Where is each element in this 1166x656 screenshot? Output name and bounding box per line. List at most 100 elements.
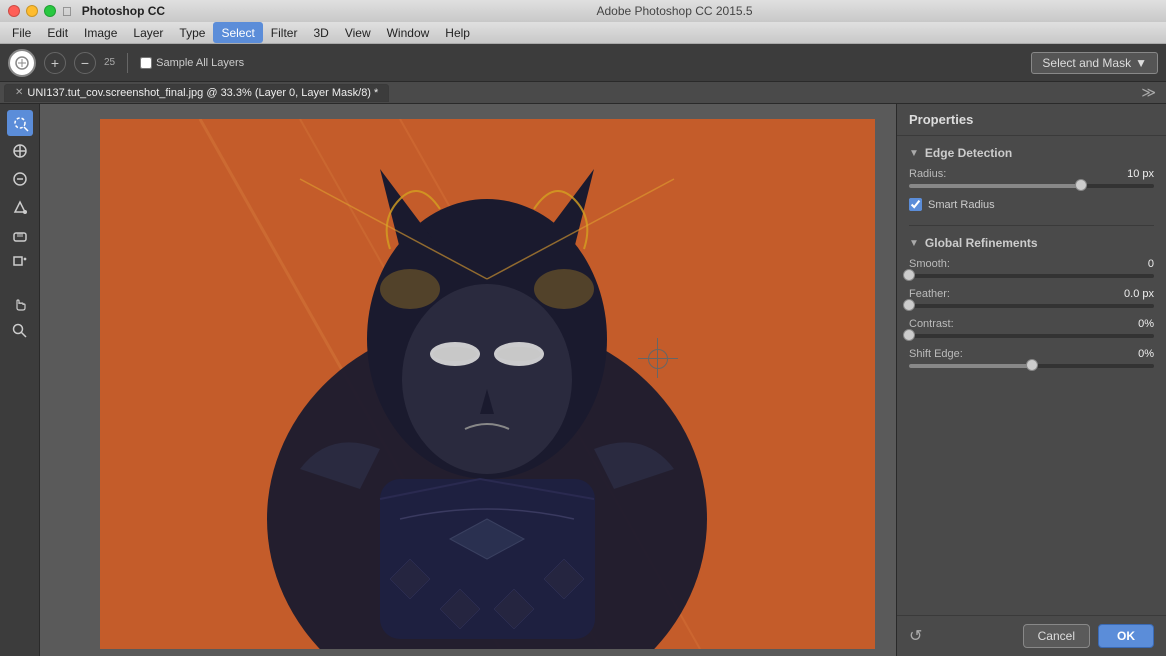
menu-edit[interactable]: Edit xyxy=(39,22,76,43)
menu-image[interactable]: Image xyxy=(76,22,125,43)
panel-title: Properties xyxy=(897,104,1166,136)
cancel-button[interactable]: Cancel xyxy=(1023,624,1090,648)
shift-edge-slider-container xyxy=(909,364,1154,368)
smart-radius-label: Smart Radius xyxy=(928,199,995,211)
zoom-mode-tool[interactable] xyxy=(7,250,33,276)
radius-label: Radius: xyxy=(909,168,946,180)
ok-button[interactable]: OK xyxy=(1098,624,1154,648)
quick-selection-icon xyxy=(11,114,29,132)
tabbar: ✕ UNI137.tut_cov.screenshot_final.jpg @ … xyxy=(0,82,1166,104)
sample-all-checkbox[interactable] xyxy=(140,57,152,69)
menubar: File Edit Image Layer Type Select Filter… xyxy=(0,22,1166,44)
maximize-button[interactable] xyxy=(44,5,56,17)
smooth-slider-thumb[interactable] xyxy=(903,269,915,281)
sample-all-label: Sample All Layers xyxy=(140,57,244,69)
tab-filename: UNI137.tut_cov.screenshot_final.jpg @ 33… xyxy=(27,87,378,99)
feather-slider-track xyxy=(909,304,1154,308)
titlebar:  Photoshop CC Adobe Photoshop CC 2015.5 xyxy=(0,0,1166,22)
radius-slider-thumb[interactable] xyxy=(1075,179,1087,191)
feather-slider-container xyxy=(909,304,1154,308)
menu-window[interactable]: Window xyxy=(379,22,438,43)
select-mask-button[interactable]: Select and Mask ▼ xyxy=(1031,52,1158,74)
global-refinements-title: Global Refinements xyxy=(925,236,1038,250)
app-name: Photoshop CC xyxy=(82,4,165,18)
menu-help[interactable]: Help xyxy=(437,22,478,43)
quick-selection-tool[interactable] xyxy=(7,110,33,136)
contrast-slider-track xyxy=(909,334,1154,338)
close-button[interactable] xyxy=(8,5,20,17)
reset-icon[interactable]: ↺ xyxy=(909,626,922,646)
select-mask-label: Select and Mask xyxy=(1042,56,1131,70)
shift-edge-value: 0% xyxy=(1138,348,1154,360)
zoom-icon xyxy=(11,322,29,340)
panel-footer: ↺ Cancel OK xyxy=(897,615,1166,656)
smooth-slider-container xyxy=(909,274,1154,278)
apple-icon:  xyxy=(62,4,72,19)
brush-size: 25 xyxy=(104,57,115,68)
canvas-image xyxy=(100,119,875,649)
canvas-area[interactable] xyxy=(40,104,896,656)
global-refinements-section: ▼ Global Refinements Smooth: 0 Feather xyxy=(909,236,1154,368)
brush-svg xyxy=(14,55,30,71)
feather-row: Feather: 0.0 px xyxy=(909,288,1154,300)
shift-edge-slider-thumb[interactable] xyxy=(1026,359,1038,371)
contrast-slider-thumb[interactable] xyxy=(903,329,915,341)
smooth-slider-track xyxy=(909,274,1154,278)
menu-layer[interactable]: Layer xyxy=(125,22,171,43)
add-selection-icon xyxy=(11,170,29,188)
smart-radius-row: Smart Radius xyxy=(909,198,1154,211)
minimize-button[interactable] xyxy=(26,5,38,17)
edge-detection-chevron: ▼ xyxy=(909,148,919,159)
contrast-row: Contrast: 0% xyxy=(909,318,1154,330)
menu-view[interactable]: View xyxy=(337,22,379,43)
add-size-button[interactable]: + xyxy=(44,52,66,74)
smooth-label: Smooth: xyxy=(909,258,950,270)
menu-select[interactable]: Select xyxy=(213,22,262,43)
contrast-slider-container xyxy=(909,334,1154,338)
menu-type[interactable]: Type xyxy=(171,22,213,43)
menu-3d[interactable]: 3D xyxy=(305,22,336,43)
edge-detection-header[interactable]: ▼ Edge Detection xyxy=(909,146,1154,160)
radius-slider-container xyxy=(909,184,1154,188)
menu-file[interactable]: File xyxy=(4,22,39,43)
refine-edge-tool[interactable] xyxy=(7,138,33,164)
section-divider xyxy=(909,225,1154,226)
paint-bucket-icon xyxy=(11,198,29,216)
document-tab[interactable]: ✕ UNI137.tut_cov.screenshot_final.jpg @ … xyxy=(4,84,389,102)
refine-edge-icon xyxy=(11,142,29,160)
paint-bucket-tool[interactable] xyxy=(7,194,33,220)
radius-row: Radius: 10 px xyxy=(909,168,1154,180)
hand-icon xyxy=(11,294,29,312)
global-refinements-chevron: ▼ xyxy=(909,238,919,249)
contrast-value: 0% xyxy=(1138,318,1154,330)
canvas-wrapper xyxy=(100,119,875,649)
feather-value: 0.0 px xyxy=(1124,288,1154,300)
panel-expand-icon[interactable]: ≫ xyxy=(1135,84,1162,101)
smooth-value: 0 xyxy=(1148,258,1154,270)
dropdown-arrow-icon: ▼ xyxy=(1135,56,1147,70)
eraser-tool[interactable] xyxy=(7,222,33,248)
smooth-row: Smooth: 0 xyxy=(909,258,1154,270)
radius-slider-fill xyxy=(909,184,1081,188)
shift-edge-label: Shift Edge: xyxy=(909,348,963,360)
panel-content: ▼ Edge Detection Radius: 10 px Smart Rad… xyxy=(897,136,1166,615)
left-toolbar xyxy=(0,104,40,656)
brush-icon xyxy=(8,49,36,77)
eraser-icon xyxy=(11,226,29,244)
feather-slider-thumb[interactable] xyxy=(903,299,915,311)
toolbar: + − 25 Sample All Layers Select and Mask… xyxy=(0,44,1166,82)
edge-detection-title: Edge Detection xyxy=(925,146,1012,160)
window-title: Adobe Photoshop CC 2015.5 xyxy=(191,4,1158,18)
tab-close-icon[interactable]: ✕ xyxy=(15,87,23,98)
shift-edge-slider-fill xyxy=(909,364,1032,368)
smart-radius-checkbox[interactable] xyxy=(909,198,922,211)
global-refinements-header[interactable]: ▼ Global Refinements xyxy=(909,236,1154,250)
edge-detection-section: ▼ Edge Detection Radius: 10 px Smart Rad… xyxy=(909,146,1154,211)
zoom-tool[interactable] xyxy=(7,318,33,344)
hand-tool[interactable] xyxy=(7,290,33,316)
contrast-label: Contrast: xyxy=(909,318,954,330)
right-panel: Properties ▼ Edge Detection Radius: 10 p… xyxy=(896,104,1166,656)
sub-size-button[interactable]: − xyxy=(74,52,96,74)
add-to-selection-tool[interactable] xyxy=(7,166,33,192)
menu-filter[interactable]: Filter xyxy=(263,22,306,43)
